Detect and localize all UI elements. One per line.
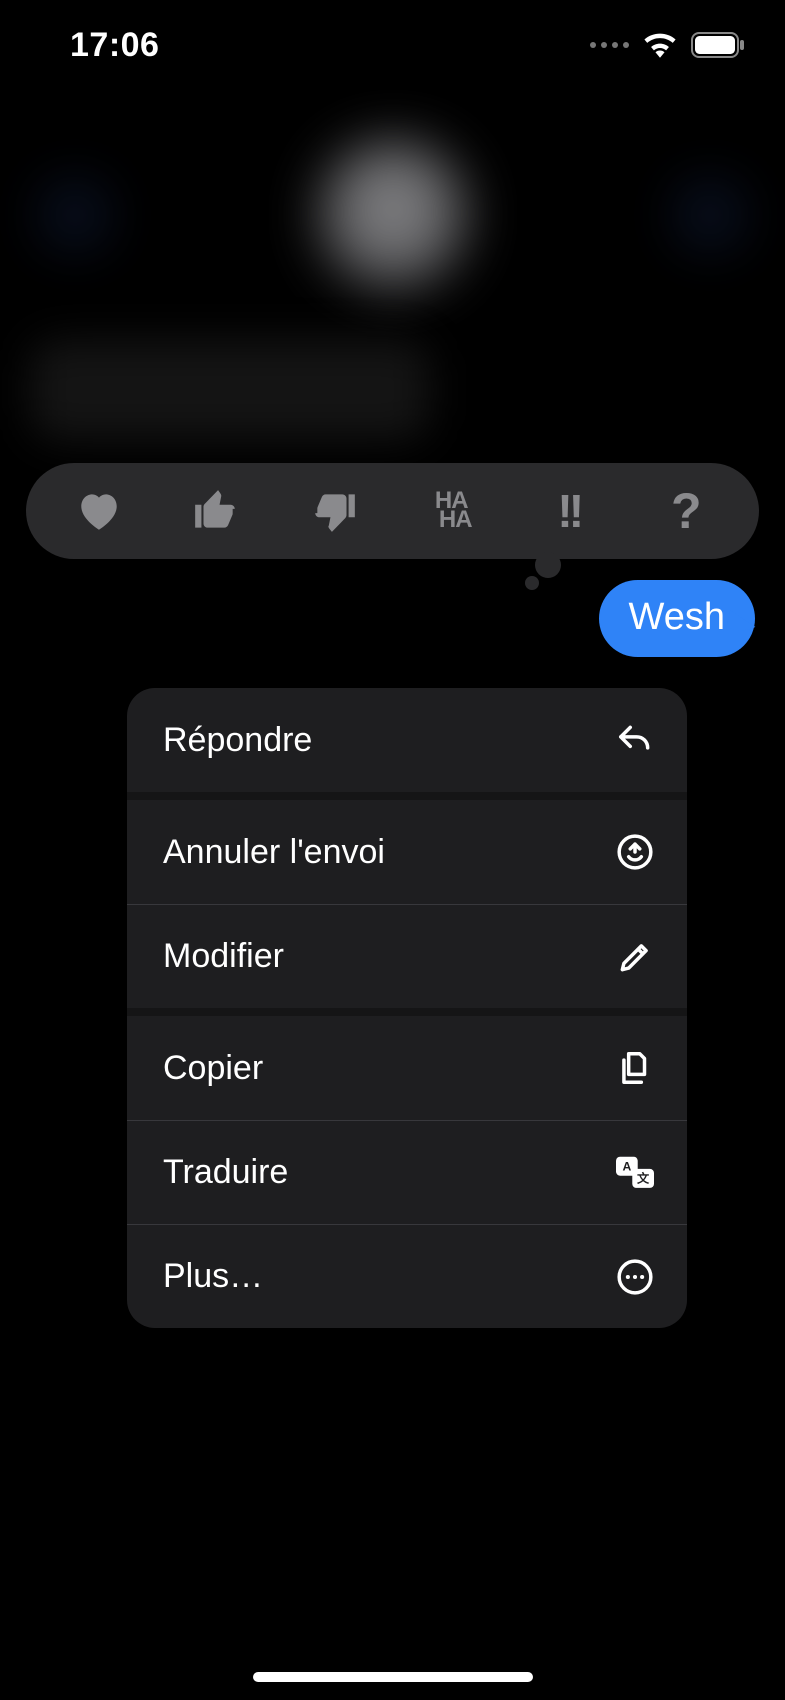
- menu-translate-label: Traduire: [163, 1153, 288, 1192]
- tapback-haha[interactable]: HAHA: [416, 476, 486, 546]
- menu-copy[interactable]: Copier: [127, 1016, 687, 1120]
- blurred-message: [30, 340, 430, 440]
- wifi-icon: [643, 32, 677, 58]
- haha-icon: HAHA: [431, 492, 472, 529]
- messages-context-screen: 17:06 HAHA !! ?: [0, 0, 785, 1700]
- heart-icon: [74, 486, 124, 536]
- sent-message-text: Wesh: [629, 596, 725, 638]
- status-bar: 17:06: [0, 0, 785, 100]
- menu-more[interactable]: Plus…: [127, 1224, 687, 1328]
- menu-translate[interactable]: Traduire A文: [127, 1120, 687, 1224]
- more-icon: [615, 1257, 655, 1297]
- undo-icon: [615, 832, 655, 872]
- menu-reply[interactable]: Répondre: [127, 688, 687, 792]
- thumbs-down-icon: [309, 486, 359, 536]
- menu-more-label: Plus…: [163, 1257, 263, 1296]
- menu-undo-send-label: Annuler l'envoi: [163, 833, 385, 872]
- message-context-menu: Répondre Annuler l'envoi Modifier Copier: [127, 688, 687, 1328]
- pencil-icon: [615, 937, 655, 977]
- question-icon: ?: [671, 482, 702, 540]
- tapback-question[interactable]: ?: [651, 476, 721, 546]
- battery-icon: [691, 32, 745, 58]
- menu-reply-label: Répondre: [163, 721, 312, 760]
- svg-text:文: 文: [637, 1170, 650, 1185]
- status-time: 17:06: [70, 26, 159, 65]
- reply-icon: [615, 720, 655, 760]
- copy-icon: [615, 1048, 655, 1088]
- cellular-signal-icon: [590, 42, 629, 48]
- home-indicator[interactable]: [253, 1672, 533, 1682]
- thumbs-up-icon: [191, 486, 241, 536]
- svg-text:A: A: [622, 1159, 631, 1173]
- tapback-heart[interactable]: [64, 476, 134, 546]
- menu-edit[interactable]: Modifier: [127, 904, 687, 1008]
- tapback-bar: HAHA !! ?: [26, 463, 759, 559]
- tapback-tail: [525, 552, 565, 592]
- status-indicators: [590, 32, 745, 58]
- translate-icon: A文: [615, 1153, 655, 1193]
- exclaim-icon: !!: [557, 484, 580, 538]
- tapback-exclaim[interactable]: !!: [534, 476, 604, 546]
- menu-undo-send[interactable]: Annuler l'envoi: [127, 800, 687, 904]
- blurred-conversation-header: [0, 100, 785, 320]
- tapback-thumbs-up[interactable]: [181, 476, 251, 546]
- tapback-thumbs-down[interactable]: [299, 476, 369, 546]
- menu-copy-label: Copier: [163, 1049, 263, 1088]
- menu-edit-label: Modifier: [163, 937, 284, 976]
